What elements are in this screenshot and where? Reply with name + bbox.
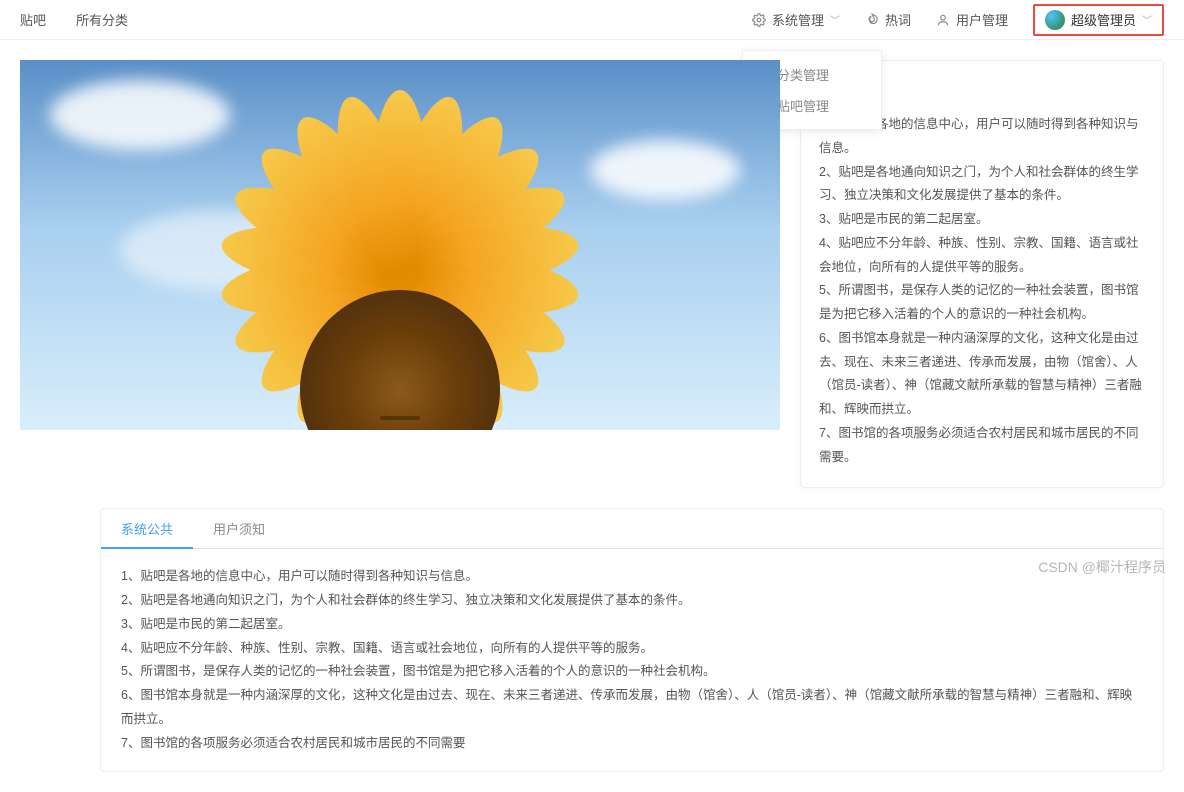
tab-line: 5、所谓图书，是保存人类的记忆的一种社会装置，图书馆是为把它移入活着的个人的意识… — [121, 660, 1143, 684]
tabs-card: 系统公共 用户须知 1、贴吧是各地的信息中心，用户可以随时得到各种知识与信息。2… — [100, 508, 1164, 772]
hero-carousel[interactable] — [20, 60, 780, 430]
sysmgmt-menu[interactable]: 系统管理 ﹀ 分类管理 贴吧管理 — [752, 10, 840, 29]
gear-icon — [752, 13, 766, 27]
hot-words[interactable]: 热词 — [865, 10, 911, 29]
tab-line: 1、贴吧是各地的信息中心，用户可以随时得到各种知识与信息。 — [121, 565, 1143, 589]
usermgmt-label: 用户管理 — [956, 10, 1008, 29]
nav-right: 系统管理 ﹀ 分类管理 贴吧管理 热词 用户管理 超级管理员 — [752, 4, 1164, 36]
user-mgmt[interactable]: 用户管理 — [936, 10, 1008, 29]
tab-line: 6、图书馆本身就是一种内涵深厚的文化，这种文化是由过去、现在、未来三者递进、传承… — [121, 684, 1143, 732]
tab-line: 2、贴吧是各地通向知识之门，为个人和社会群体的终生学习、独立决策和文化发展提供了… — [121, 589, 1143, 613]
tabs-header: 系统公共 用户须知 — [101, 509, 1163, 549]
avatar — [1045, 10, 1065, 30]
dropdown-item-label: 分类管理 — [777, 65, 829, 84]
nav-tieba[interactable]: 贴吧 — [20, 10, 46, 29]
carousel-indicator[interactable] — [380, 416, 420, 420]
nav-all-categories[interactable]: 所有分类 — [76, 10, 128, 29]
watermark: CSDN @椰汁程序员 — [1038, 557, 1166, 577]
username-label: 超级管理员 — [1071, 10, 1136, 29]
announcement-item: 4、贴吧应不分年龄、种族、性别、宗教、国籍、语言或社会地位，向所有的人提供平等的… — [819, 232, 1145, 280]
tab-system-public[interactable]: 系统公共 — [101, 509, 193, 548]
chevron-down-icon: ﹀ — [1142, 12, 1152, 27]
fire-icon — [865, 13, 879, 27]
current-user-menu[interactable]: 超级管理员 ﹀ — [1033, 4, 1164, 36]
sunflower-image — [140, 70, 660, 430]
announcement-item: 5、所谓图书，是保存人类的记忆的一种社会装置，图书馆是为把它移入活着的个人的意识… — [819, 279, 1145, 327]
chevron-down-icon: ﹀ — [830, 12, 840, 27]
sysmgmt-label: 系统管理 — [772, 10, 824, 29]
announcement-item: 6、图书馆本身就是一种内涵深厚的文化，这种文化是由过去、现在、未来三者递进、传承… — [819, 327, 1145, 422]
announcement-item: 2、贴吧是各地通向知识之门，为个人和社会群体的终生学习、独立决策和文化发展提供了… — [819, 161, 1145, 209]
nav-left: 贴吧 所有分类 — [20, 10, 128, 29]
top-navbar: 贴吧 所有分类 系统管理 ﹀ 分类管理 贴吧管理 热词 — [0, 0, 1184, 40]
announcement-list: 1、贴吧是各地的信息中心，用户可以随时得到各种知识与信息。2、贴吧是各地通向知识… — [819, 113, 1145, 469]
tab-line: 7、图书馆的各项服务必须适合农村居民和城市居民的不同需要 — [121, 732, 1143, 756]
tab-line: 4、贴吧应不分年龄、种族、性别、宗教、国籍、语言或社会地位，向所有的人提供平等的… — [121, 637, 1143, 661]
hot-label: 热词 — [885, 10, 911, 29]
tab-user-notice[interactable]: 用户须知 — [193, 509, 285, 548]
announcement-item: 7、图书馆的各项服务必须适合农村居民和城市居民的不同需要。 — [819, 422, 1145, 470]
main-row: 贴吧公告 1、贴吧是各地的信息中心，用户可以随时得到各种知识与信息。2、贴吧是各… — [0, 40, 1184, 508]
announcement-item: 3、贴吧是市民的第二起居室。 — [819, 208, 1145, 232]
user-icon — [936, 13, 950, 27]
tab-line: 3、贴吧是市民的第二起居室。 — [121, 613, 1143, 637]
dropdown-item-label: 贴吧管理 — [777, 96, 829, 115]
